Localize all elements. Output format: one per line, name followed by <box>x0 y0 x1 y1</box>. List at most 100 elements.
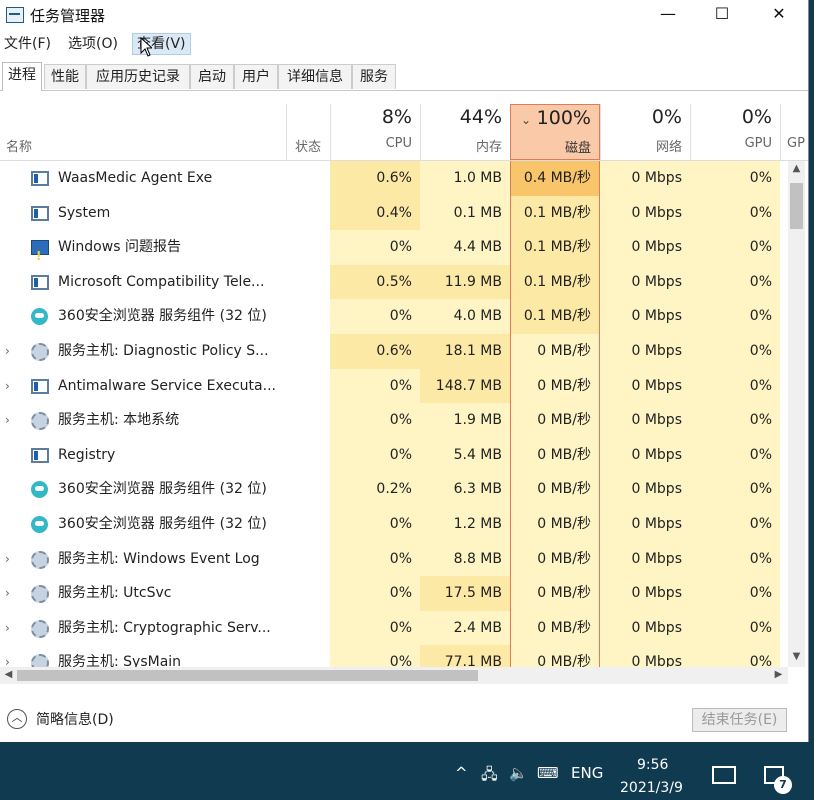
menu-file[interactable]: 文件(F) <box>0 33 55 55</box>
process-name-cell: › 服务主机: Diagnostic Policy S... <box>0 334 330 369</box>
column-gpu-engine-header[interactable]: GP <box>780 104 808 160</box>
minimize-button[interactable]: — <box>646 0 690 30</box>
process-network: 0 Mbps <box>600 299 690 334</box>
maximize-button[interactable]: ☐ <box>700 0 744 30</box>
gpu-column-label: GPU <box>744 136 772 151</box>
process-memory: 8.8 MB <box>420 541 510 577</box>
process-network: 0 Mbps <box>600 161 690 196</box>
disk-total-percent: 100% <box>536 107 591 129</box>
process-gpu: 0% <box>690 576 780 611</box>
process-memory: 2.4 MB <box>420 610 510 646</box>
vertical-scroll-thumb[interactable] <box>790 183 803 229</box>
process-row[interactable]: System 0.4% 0.1 MB 0.1 MB/秒 0 Mbps 0% <box>0 195 785 231</box>
column-disk-header[interactable]: ⌄ 100% 磁盘 <box>510 104 600 160</box>
process-row[interactable]: Registry 0% 5.4 MB 0 MB/秒 0 Mbps 0% <box>0 437 785 473</box>
process-row[interactable]: 360安全浏览器 服务组件 (32 位) 0.2% 6.3 MB 0 MB/秒 0 Mb… <box>0 472 785 507</box>
tab-performance[interactable]: 性能 <box>44 64 86 89</box>
process-row[interactable]: › 服务主机: Cryptographic Serv... 0% 2.4 MB 0 MB… <box>0 610 785 646</box>
horizontal-scrollbar[interactable]: ◀ ▶ <box>0 667 788 684</box>
scroll-up-arrow-icon[interactable]: ▲ <box>788 163 805 174</box>
process-row[interactable]: WaasMedic Agent Exe 0.6% 1.0 MB 0.4 MB/秒 0 M… <box>0 161 785 196</box>
clock-time[interactable]: 9:56 <box>637 757 668 773</box>
horizontal-scroll-thumb[interactable] <box>17 670 478 681</box>
collapse-chevron-icon[interactable]: ︿ <box>7 709 27 729</box>
process-row[interactable]: › 服务主机: Windows Event Log 0% 8.8 MB 0 MB/秒 0 … <box>0 541 785 577</box>
expand-chevron-icon[interactable]: › <box>5 611 10 645</box>
column-cpu-header[interactable]: 8% CPU <box>330 104 420 160</box>
process-gpu: 0% <box>690 645 780 667</box>
tab-app-history[interactable]: 应用历史记录 <box>86 64 190 89</box>
menu-options[interactable]: 选项(O) <box>64 33 122 55</box>
expand-chevron-icon[interactable]: › <box>5 576 10 610</box>
expand-chevron-icon[interactable]: › <box>5 542 10 576</box>
clock-date[interactable]: 2021/3/9 <box>620 780 683 796</box>
process-network: 0 Mbps <box>600 472 690 507</box>
process-name: 服务主机: Windows Event Log <box>58 550 260 567</box>
language-indicator[interactable]: ENG <box>571 764 603 782</box>
input-method-icon[interactable]: ⌨ <box>537 764 559 782</box>
column-memory-header[interactable]: 44% 内存 <box>420 104 510 160</box>
process-row[interactable]: › 服务主机: UtcSvc 0% 17.5 MB 0 MB/秒 0 Mbps 0% <box>0 576 785 611</box>
task-manager-window: 任务管理器 — ☐ ✕ 文件(F) 选项(O) 查看(V) 进程 性能 应用历史… <box>0 0 809 742</box>
process-gpu: 0% <box>690 161 780 196</box>
expand-chevron-icon[interactable]: › <box>5 645 10 667</box>
column-network-header[interactable]: 0% 网络 <box>600 104 690 160</box>
vertical-scrollbar[interactable]: ▲ ▼ <box>788 161 805 667</box>
process-row[interactable]: 360安全浏览器 服务组件 (32 位) 0% 4.0 MB 0.1 MB/秒 0 Mb… <box>0 299 785 334</box>
scroll-down-arrow-icon[interactable]: ▼ <box>788 651 805 662</box>
process-gpu: 0% <box>690 403 780 438</box>
process-memory: 1.9 MB <box>420 403 510 438</box>
tab-services[interactable]: 服务 <box>352 64 396 89</box>
end-task-button[interactable]: 结束任务(E) <box>692 708 787 732</box>
fewer-details-link[interactable]: 简略信息(D) <box>36 709 114 729</box>
window-process-icon <box>31 378 49 394</box>
process-name: 360安全浏览器 服务组件 (32 位) <box>58 516 267 532</box>
process-name: System <box>58 204 111 221</box>
gear-process-icon <box>31 585 49 604</box>
volume-icon[interactable]: 🔈 <box>509 764 528 782</box>
process-name-cell: › 服务主机: UtcSvc <box>0 576 330 611</box>
tray-expand-chevron-icon[interactable]: ^ <box>455 764 468 782</box>
chat-icon[interactable] <box>712 766 736 784</box>
process-row[interactable]: 360安全浏览器 服务组件 (32 位) 0% 1.2 MB 0 MB/秒 0 Mbps… <box>0 507 785 542</box>
expand-chevron-icon[interactable]: › <box>5 334 10 368</box>
process-row[interactable]: › 服务主机: Diagnostic Policy S... 0.6% 18.1 MB… <box>0 334 785 369</box>
process-cpu: 0% <box>330 299 420 334</box>
tab-processes[interactable]: 进程 <box>2 62 42 91</box>
column-status-header[interactable]: 状态 <box>286 104 330 160</box>
memory-total-percent: 44% <box>459 106 502 128</box>
process-name: WaasMedic Agent Exe <box>58 170 213 186</box>
process-gpu: 0% <box>690 264 780 300</box>
process-disk: 0 MB/秒 <box>510 368 600 404</box>
process-disk: 0.1 MB/秒 <box>510 264 600 300</box>
process-row[interactable]: › 服务主机: SysMain 0% 77.1 MB 0 MB/秒 0 Mbps 0% <box>0 645 785 667</box>
process-name: Antimalware Service Executa... <box>58 377 276 394</box>
process-name: 360安全浏览器 服务组件 (32 位) <box>58 308 267 325</box>
sort-descending-icon: ⌄ <box>521 113 532 127</box>
memory-column-label: 内存 <box>475 140 502 155</box>
process-row[interactable]: Microsoft Compatibility Tele... 0.5% 11.9 … <box>0 264 785 300</box>
tab-users[interactable]: 用户 <box>234 64 278 89</box>
process-row[interactable]: › Antimalware Service Executa... 0% 148.7 M… <box>0 368 785 404</box>
process-cpu: 0% <box>330 230 420 265</box>
browser-process-icon <box>31 308 48 326</box>
expand-chevron-icon[interactable]: › <box>5 403 10 437</box>
tab-startup[interactable]: 启动 <box>190 64 234 89</box>
process-name: Registry <box>58 446 116 463</box>
process-gpu: 0% <box>690 230 780 265</box>
column-gpu-header[interactable]: 0% GPU <box>690 104 780 160</box>
network-icon[interactable]: 🖧 <box>481 764 498 789</box>
process-memory: 0.1 MB <box>420 195 510 231</box>
process-name-cell: › 服务主机: 本地系统 <box>0 403 330 438</box>
process-row[interactable]: › 服务主机: 本地系统 0% 1.9 MB 0 MB/秒 0 Mbps 0% <box>0 403 785 438</box>
expand-chevron-icon[interactable]: › <box>5 369 10 403</box>
process-gpu: 0% <box>690 610 780 646</box>
close-button[interactable]: ✕ <box>757 0 801 30</box>
process-network: 0 Mbps <box>600 334 690 369</box>
tab-details[interactable]: 详细信息 <box>278 64 352 89</box>
scroll-left-arrow-icon[interactable]: ◀ <box>0 669 17 680</box>
process-name-cell: 360安全浏览器 服务组件 (32 位) <box>0 507 330 542</box>
process-row[interactable]: Windows 问题报告0%4.4 MB0.1 MB/秒0 Mbps0% <box>0 230 785 273</box>
scroll-right-arrow-icon[interactable]: ▶ <box>770 669 787 680</box>
column-name-header[interactable]: 名称 <box>0 104 286 160</box>
